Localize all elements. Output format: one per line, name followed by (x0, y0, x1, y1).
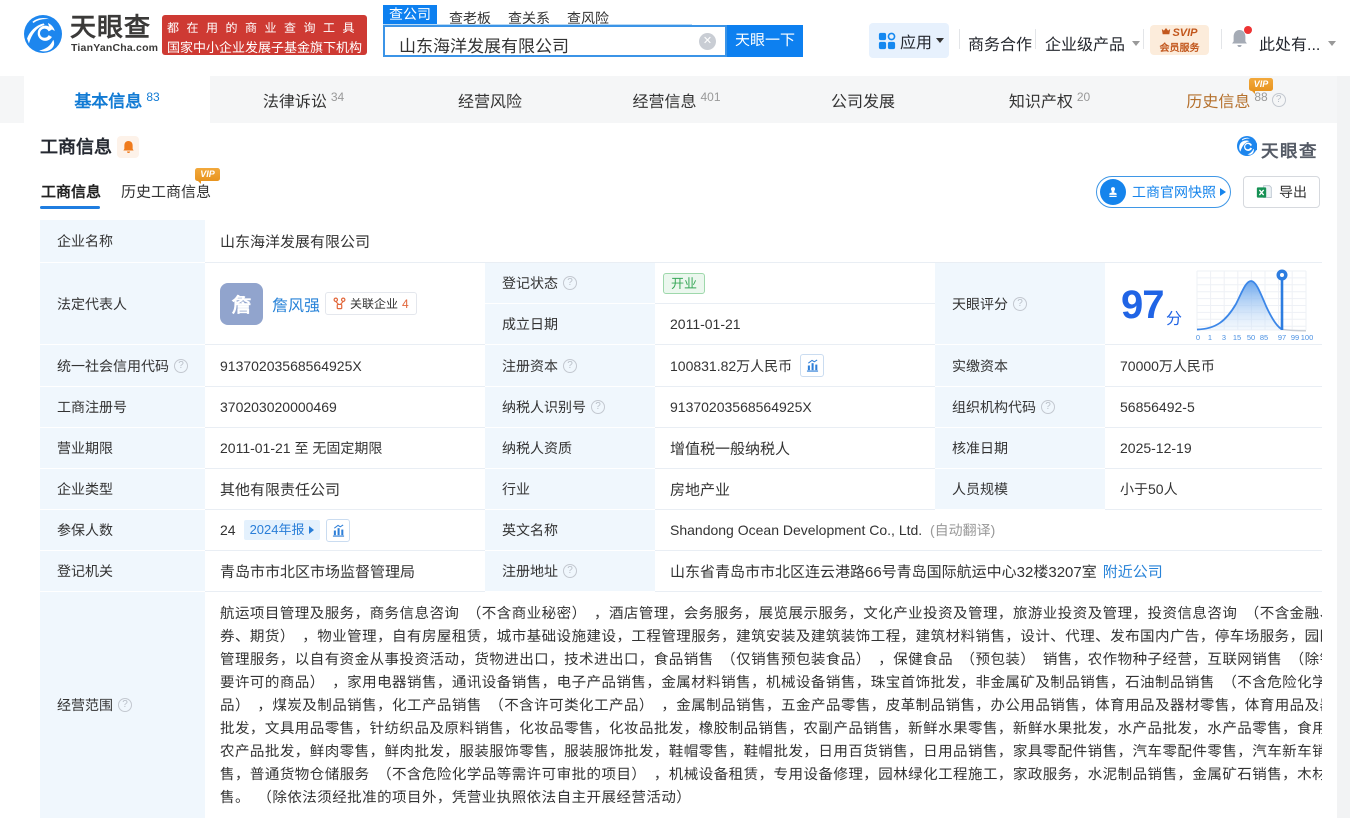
svg-text:15: 15 (1233, 333, 1241, 342)
svg-text:99: 99 (1291, 333, 1299, 342)
svg-text:85: 85 (1260, 333, 1268, 342)
svg-text:0: 0 (1196, 333, 1200, 342)
svg-text:3: 3 (1222, 333, 1226, 342)
svg-text:97: 97 (1278, 333, 1286, 342)
svg-text:1: 1 (1208, 333, 1212, 342)
svg-text:100: 100 (1301, 333, 1314, 342)
svg-text:50: 50 (1247, 333, 1255, 342)
